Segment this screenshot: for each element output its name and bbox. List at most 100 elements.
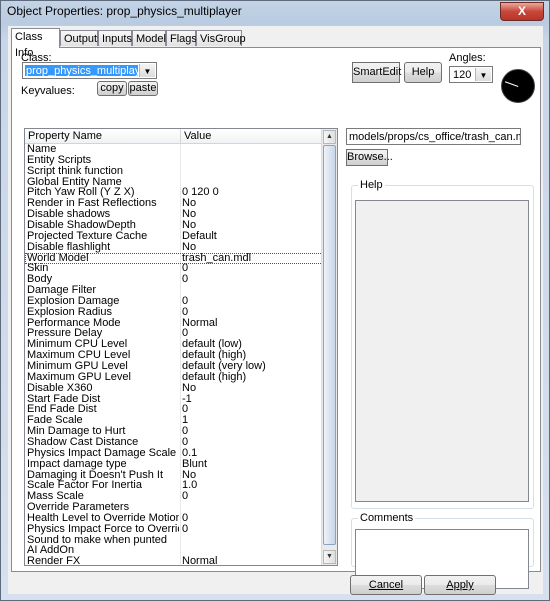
- property-name-cell: Physics Impact Damage Scale: [27, 447, 177, 459]
- property-name-cell: Min Damage to Hurt: [27, 426, 126, 438]
- tab-flags[interactable]: Flags: [166, 30, 197, 46]
- table-row[interactable]: End Fade Dist 0: [25, 404, 325, 415]
- table-row[interactable]: Physics Impact Damage Scale 0.1: [25, 448, 325, 459]
- table-row[interactable]: Pressure Delay 0: [25, 328, 325, 339]
- column-divider[interactable]: [180, 129, 181, 143]
- table-row[interactable]: Scale Factor For Inertia 1.0: [25, 480, 325, 491]
- table-row[interactable]: Projected Texture Cache Default: [25, 231, 325, 242]
- tab-outputs[interactable]: Outputs: [60, 30, 103, 46]
- property-value-cell: 0 120 0: [182, 187, 219, 199]
- chevron-down-icon[interactable]: ▼: [475, 68, 491, 81]
- table-row[interactable]: AI AddOn: [25, 545, 325, 556]
- table-row[interactable]: Global Entity Name: [25, 177, 325, 188]
- close-button[interactable]: X: [500, 2, 544, 21]
- property-value-cell: Normal: [182, 317, 218, 329]
- property-name-cell: Override Parameters: [27, 502, 130, 514]
- table-row[interactable]: Min Damage to Hurt 0: [25, 426, 325, 437]
- chevron-down-icon[interactable]: ▼: [139, 64, 155, 77]
- table-row[interactable]: Sound to make when punted: [25, 535, 325, 546]
- table-row[interactable]: Start Fade Dist -1: [25, 394, 325, 405]
- table-row[interactable]: Render FX Normal: [25, 556, 325, 566]
- model-path-field[interactable]: models/props/cs_office/trash_can.mdl: [346, 128, 521, 145]
- help-button[interactable]: Help: [404, 62, 442, 83]
- table-row[interactable]: Shadow Cast Distance 0: [25, 437, 325, 448]
- property-value-cell: Blunt: [182, 458, 208, 470]
- property-name-cell: Minimum CPU Level: [27, 339, 128, 351]
- property-value-cell: 0: [182, 306, 189, 318]
- tab-inputs[interactable]: Inputs: [98, 30, 132, 46]
- tab-visgroup[interactable]: VisGroup: [196, 30, 246, 46]
- table-row[interactable]: Performance Mode Normal: [25, 318, 325, 329]
- table-row[interactable]: Health Level to Override Motion 0: [25, 513, 325, 524]
- property-name-cell: Entity Scripts: [27, 154, 92, 166]
- property-name-cell: Damaging it Doesn't Push It: [27, 469, 164, 481]
- table-row[interactable]: Pitch Yaw Roll (Y Z X) 0 120 0: [25, 187, 325, 198]
- table-row[interactable]: Minimum CPU Level default (low): [25, 339, 325, 350]
- table-scrollbar[interactable]: ▲ ▼: [321, 129, 337, 565]
- angles-dropdown[interactable]: 120 ▼: [449, 66, 493, 83]
- table-row[interactable]: Damaging it Doesn't Push It No: [25, 470, 325, 481]
- table-row[interactable]: Explosion Damage 0: [25, 296, 325, 307]
- property-name-cell: Disable X360: [27, 382, 93, 394]
- property-name-cell: Projected Texture Cache: [27, 230, 148, 242]
- column-header-property[interactable]: Property Name: [28, 130, 102, 142]
- property-value-cell: -1: [182, 393, 192, 405]
- table-row[interactable]: Entity Scripts: [25, 155, 325, 166]
- table-row[interactable]: Skin 0: [25, 263, 325, 274]
- cancel-button[interactable]: Cancel: [350, 575, 422, 595]
- browse-button[interactable]: Browse...: [346, 149, 393, 166]
- table-row[interactable]: Damage Filter: [25, 285, 325, 296]
- table-row[interactable]: Render in Fast Reflections No: [25, 198, 325, 209]
- table-row[interactable]: Disable ShadowDepth No: [25, 220, 325, 231]
- property-name-cell: Script think function: [27, 165, 123, 177]
- tab-model[interactable]: Model: [132, 30, 166, 46]
- property-value-cell: No: [182, 469, 197, 481]
- copy-button[interactable]: copy: [97, 81, 127, 96]
- property-name-cell: Disable flashlight: [27, 241, 111, 253]
- tab-class-info[interactable]: Class Info: [11, 28, 60, 59]
- column-header-value[interactable]: Value: [184, 130, 211, 142]
- property-name-cell: Explosion Radius: [27, 306, 112, 318]
- property-value-cell: default (high): [182, 350, 247, 362]
- property-value-cell: Normal: [182, 556, 218, 566]
- table-row[interactable]: Body 0: [25, 274, 325, 285]
- property-name-cell: Damage Filter: [27, 285, 97, 297]
- scroll-down-icon[interactable]: ▼: [323, 550, 336, 564]
- table-row[interactable]: Disable shadows No: [25, 209, 325, 220]
- scroll-up-icon[interactable]: ▲: [323, 130, 336, 144]
- angle-dial-hand: [504, 81, 519, 87]
- class-dropdown[interactable]: prop_physics_multiplayer ▼: [22, 62, 157, 79]
- angle-dial-icon[interactable]: [501, 69, 535, 103]
- table-row[interactable]: World Model trash_can.mdl: [25, 252, 325, 264]
- table-row[interactable]: Disable flashlight No: [25, 242, 325, 253]
- property-value-cell: 0: [182, 436, 189, 448]
- smartedit-button[interactable]: SmartEdit: [352, 62, 401, 83]
- property-name-cell: Start Fade Dist: [27, 393, 101, 405]
- property-name-cell: Minimum GPU Level: [27, 361, 128, 372]
- property-name-cell: Render FX: [27, 556, 81, 566]
- apply-button[interactable]: Apply: [424, 575, 496, 595]
- table-row[interactable]: Impact damage type Blunt: [25, 459, 325, 470]
- table-row[interactable]: Maximum CPU Level default (high): [25, 350, 325, 361]
- table-row[interactable]: Override Parameters: [25, 502, 325, 513]
- property-value-cell: 1: [182, 415, 189, 427]
- table-row[interactable]: Maximum GPU Level default (high): [25, 372, 325, 383]
- table-row[interactable]: Disable X360 No: [25, 383, 325, 394]
- paste-button[interactable]: paste: [128, 81, 158, 96]
- property-value-cell: trash_can.mdl: [182, 252, 252, 264]
- scrollbar-thumb[interactable]: [323, 145, 336, 545]
- table-row[interactable]: Script think function: [25, 166, 325, 177]
- table-row[interactable]: Mass Scale 0: [25, 491, 325, 502]
- comments-group-title: Comments: [358, 512, 416, 524]
- table-row[interactable]: Explosion Radius 0: [25, 307, 325, 318]
- property-value-cell: Default: [182, 230, 217, 242]
- table-row[interactable]: Fade Scale 1: [25, 415, 325, 426]
- property-name-cell: Impact damage type: [27, 458, 127, 470]
- table-row[interactable]: Minimum GPU Level default (very low): [25, 361, 325, 372]
- table-row[interactable]: Name: [25, 144, 325, 155]
- property-name-cell: Maximum CPU Level: [27, 350, 131, 362]
- table-row[interactable]: Physics Impact Force to Override Motion0: [25, 524, 325, 535]
- angles-value: 120: [453, 69, 472, 81]
- keyvalues-table[interactable]: Property Name Value Name Entity Scripts Sc…: [24, 128, 338, 566]
- property-value-cell: 0: [182, 523, 189, 535]
